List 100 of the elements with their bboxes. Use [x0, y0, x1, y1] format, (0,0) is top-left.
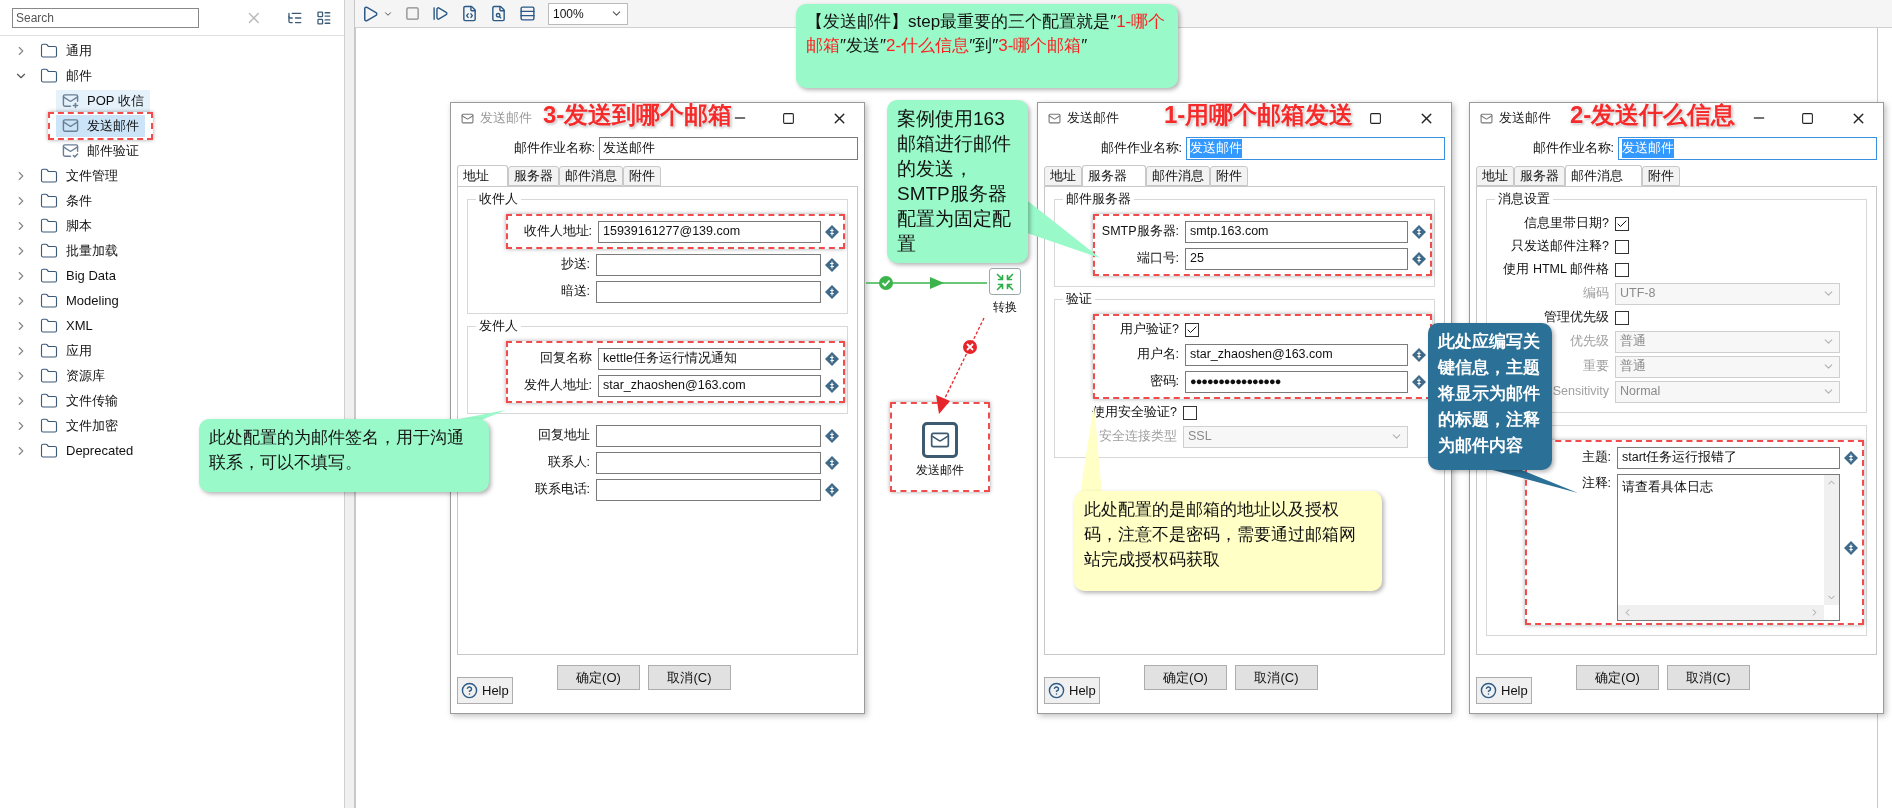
tab[interactable]: 邮件消息: [1146, 166, 1210, 186]
variable-icon[interactable]: [825, 257, 839, 272]
tab[interactable]: 地址: [1044, 166, 1082, 186]
dialog-button[interactable]: 取消(C): [1235, 665, 1318, 690]
field-label: SMTP服务器:: [1101, 223, 1179, 241]
field-label: 密码:: [1149, 373, 1179, 391]
variable-icon[interactable]: [825, 455, 839, 470]
text-field[interactable]: smtp.163.com: [1185, 220, 1408, 243]
step-icon[interactable]: [432, 5, 449, 22]
maximize-icon[interactable]: [1801, 111, 1814, 125]
variable-icon[interactable]: [1844, 450, 1858, 465]
field-label: 用户名:: [1136, 346, 1179, 364]
zoom-dropdown[interactable]: 100%: [548, 2, 628, 25]
variable-icon[interactable]: [825, 428, 839, 443]
text-field[interactable]: [596, 478, 821, 501]
text-field[interactable]: [596, 280, 821, 303]
script-icon[interactable]: [461, 5, 478, 22]
tree-item[interactable]: 条件: [66, 190, 92, 211]
tree-item[interactable]: 文件加密: [66, 415, 118, 436]
tab[interactable]: 附件: [1210, 166, 1248, 186]
field-label: 管理优先级: [1544, 309, 1609, 327]
variable-icon[interactable]: [1412, 347, 1426, 362]
maximize-icon[interactable]: [1369, 111, 1382, 125]
tree-item[interactable]: 资源库: [66, 365, 105, 386]
mail-node[interactable]: [922, 422, 958, 458]
tree-item[interactable]: 发送邮件: [56, 114, 145, 137]
variable-icon[interactable]: [1844, 540, 1858, 555]
text-field[interactable]: [596, 451, 821, 474]
checkbox[interactable]: [1185, 322, 1199, 337]
annotation-title: 3-发送到哪个邮箱: [543, 100, 733, 130]
folder-icon: [40, 191, 58, 210]
callout-text: 此处配置的为邮件签名，用于沟通联系，可以不填写。: [209, 427, 465, 474]
folder-icon: [40, 441, 58, 460]
dialog-button[interactable]: 确定(O): [1576, 665, 1659, 690]
dialog-button[interactable]: 取消(C): [1667, 665, 1750, 690]
help-button[interactable]: Help: [1476, 677, 1532, 704]
variable-icon[interactable]: [1412, 251, 1426, 266]
text-field[interactable]: [596, 253, 821, 276]
checkbox[interactable]: [1615, 262, 1629, 277]
tab[interactable]: 邮件消息: [1565, 165, 1642, 187]
variable-icon[interactable]: [825, 284, 839, 299]
tree-item[interactable]: 通用: [66, 40, 92, 61]
tree-item[interactable]: POP 收信: [56, 89, 150, 112]
checkbox[interactable]: [1615, 239, 1629, 254]
checkbox[interactable]: [1615, 216, 1629, 231]
folder-icon: [40, 366, 58, 385]
tree-item[interactable]: Deprecated: [66, 440, 134, 461]
variable-icon[interactable]: [825, 482, 839, 497]
tab[interactable]: 附件: [1642, 166, 1680, 186]
text-field[interactable]: [596, 424, 821, 447]
checkbox[interactable]: [1183, 405, 1197, 420]
tree-item[interactable]: 邮件: [66, 65, 92, 86]
variable-icon[interactable]: [825, 378, 839, 393]
list-view-icon[interactable]: [316, 9, 332, 26]
text-field[interactable]: 15939161277@139.com: [598, 220, 821, 243]
inspect-icon[interactable]: [490, 5, 507, 22]
tree-item[interactable]: Big Data: [66, 265, 116, 286]
dialog-button[interactable]: 确定(O): [557, 665, 640, 690]
layout-icon[interactable]: [519, 5, 536, 22]
field-label: 回复地址: [538, 427, 590, 445]
text-field[interactable]: start任务运行报错了: [1617, 446, 1840, 469]
tab[interactable]: 地址: [1476, 166, 1514, 186]
tree-item[interactable]: 邮件验证: [56, 139, 145, 162]
search-field[interactable]: Search: [12, 7, 199, 28]
help-button[interactable]: Help: [1044, 677, 1100, 704]
tree-item[interactable]: 脚本: [66, 215, 92, 236]
tab[interactable]: 服务器: [1082, 165, 1146, 187]
tree-item[interactable]: 文件传输: [66, 390, 118, 411]
text-field[interactable]: kettle任务运行情况通知: [598, 347, 821, 370]
transform-node[interactable]: [989, 268, 1021, 295]
tab[interactable]: 邮件消息: [559, 166, 623, 186]
text-field[interactable]: 发送邮件: [599, 137, 858, 160]
maximize-icon[interactable]: [782, 111, 795, 125]
text-field[interactable]: star_zhaoshen@163.com: [598, 374, 821, 397]
tree-item[interactable]: 文件管理: [66, 165, 118, 186]
text-area[interactable]: 请查看具体日志: [1617, 474, 1840, 621]
tree-item[interactable]: 应用: [66, 340, 92, 361]
tree-item[interactable]: Modeling: [66, 290, 119, 311]
tree-item[interactable]: 批量加载: [66, 240, 118, 261]
variable-icon[interactable]: [825, 224, 839, 239]
password-field[interactable]: ●●●●●●●●●●●●●●●●: [1185, 370, 1408, 393]
field-label: 重要: [1583, 358, 1609, 376]
tab[interactable]: 附件: [623, 166, 661, 186]
tab[interactable]: 服务器: [1514, 166, 1565, 186]
text-field[interactable]: 25: [1185, 247, 1408, 270]
tree-item[interactable]: XML: [66, 315, 93, 336]
help-button[interactable]: Help: [457, 677, 513, 704]
text-field[interactable]: star_zhaoshen@163.com: [1185, 343, 1408, 366]
checkbox[interactable]: [1615, 310, 1629, 325]
variable-icon[interactable]: [1412, 224, 1426, 239]
field-label: 邮件作业名称:: [512, 140, 596, 158]
play-icon[interactable]: [361, 4, 379, 23]
field-label: 邮件作业名称:: [1099, 140, 1183, 158]
tab[interactable]: 服务器: [508, 166, 559, 186]
variable-icon[interactable]: [1412, 374, 1426, 389]
dialog-button[interactable]: 确定(O): [1144, 665, 1227, 690]
dialog-button[interactable]: 取消(C): [648, 665, 731, 690]
variable-icon[interactable]: [825, 351, 839, 366]
success-icon: [879, 276, 893, 290]
tab[interactable]: 地址: [457, 165, 508, 187]
